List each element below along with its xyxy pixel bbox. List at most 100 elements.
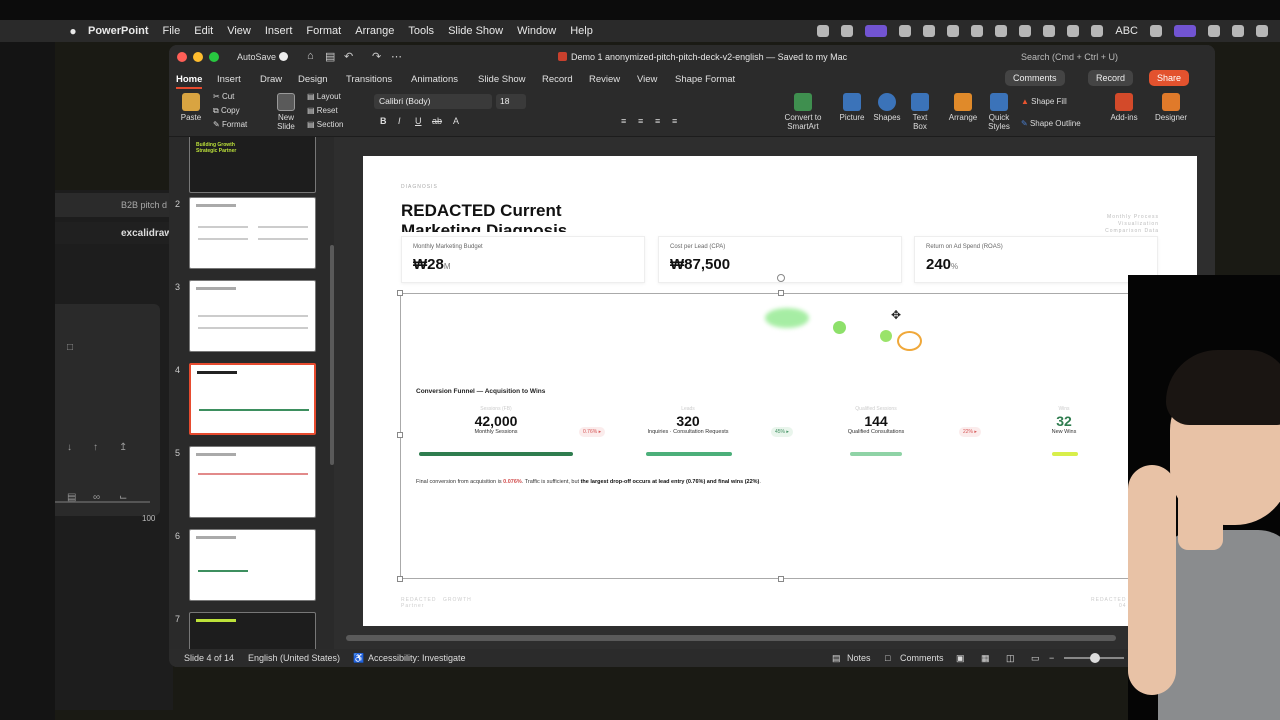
- funnel-stage-sessions[interactable]: Sessions (FB) 42,000 Monthly Sessions: [426, 406, 566, 435]
- tab-slide-show[interactable]: Slide Show: [478, 74, 526, 85]
- play-icon[interactable]: [1067, 25, 1080, 37]
- quick-styles-button[interactable]: Quick Styles: [983, 93, 1015, 131]
- autosave-toggle[interactable]: [279, 52, 288, 61]
- layout-button[interactable]: ▤ Layout: [307, 92, 341, 101]
- arrange-button[interactable]: Arrange: [947, 93, 979, 122]
- arrow-down-icon[interactable]: ↓: [67, 442, 72, 453]
- accessibility-icon[interactable]: ♿: [353, 653, 364, 664]
- headphones-icon[interactable]: [1091, 25, 1104, 37]
- tab-draw[interactable]: Draw: [260, 74, 282, 85]
- presenter-view-icon[interactable]: ▭: [1031, 653, 1040, 664]
- slide-sorter-icon[interactable]: ▦: [981, 653, 990, 664]
- font-size-select[interactable]: 18: [496, 94, 526, 109]
- input-source-label[interactable]: ABC: [1115, 25, 1138, 37]
- align-center-icon[interactable]: ≡: [638, 116, 643, 126]
- font-family-select[interactable]: Calibri (Body): [374, 94, 492, 109]
- crop-icon[interactable]: ⌙: [119, 492, 127, 503]
- gear-icon[interactable]: [899, 25, 912, 37]
- kpi-card-budget[interactable]: Monthly Marketing Budget ₩28M: [401, 236, 645, 283]
- minimize-button[interactable]: [193, 52, 203, 62]
- menu-file[interactable]: File: [163, 25, 181, 37]
- canvas-horizontal-scrollbar[interactable]: [346, 635, 1116, 641]
- funnel-title[interactable]: Conversion Funnel — Acquisition to Wins: [416, 388, 545, 395]
- zoom-button[interactable]: [209, 52, 219, 62]
- shape-fill-button[interactable]: ▲ Shape Fill: [1021, 97, 1067, 106]
- chrome-icon[interactable]: [923, 25, 936, 37]
- section-button[interactable]: ▤ Section: [307, 120, 343, 129]
- resize-handle-w[interactable]: [397, 432, 403, 438]
- paste-button[interactable]: Paste: [175, 93, 207, 122]
- slide-thumbnail-6[interactable]: [189, 529, 316, 601]
- slide-thumbnail-2[interactable]: [189, 197, 316, 269]
- menu-insert[interactable]: Insert: [265, 25, 293, 37]
- zoom-out-icon[interactable]: −: [1049, 653, 1054, 663]
- resize-handle-sw[interactable]: [397, 576, 403, 582]
- notes-button[interactable]: Notes: [847, 653, 871, 663]
- arrow-up-icon[interactable]: ↑: [93, 442, 98, 453]
- resize-handle-nw[interactable]: [397, 290, 403, 296]
- menu-format[interactable]: Format: [306, 25, 341, 37]
- save-icon[interactable]: ▤: [325, 50, 335, 63]
- notes-icon[interactable]: ▤: [832, 653, 841, 664]
- zoom-slider-knob[interactable]: [1090, 653, 1100, 663]
- apple-icon[interactable]: ●: [58, 24, 88, 38]
- slide-thumbnail-3[interactable]: [189, 280, 316, 352]
- normal-view-icon[interactable]: ▣: [956, 653, 965, 664]
- eye-icon[interactable]: [1019, 25, 1032, 37]
- more-icon[interactable]: ⋯: [391, 50, 402, 63]
- format-painter-button[interactable]: ✎ Format: [213, 120, 247, 129]
- selected-group-frame[interactable]: [400, 293, 1140, 579]
- tab-animations[interactable]: Animations: [411, 74, 458, 85]
- tab-review[interactable]: Review: [589, 74, 620, 85]
- strikethrough-button[interactable]: ab: [432, 116, 442, 126]
- browser-tab[interactable]: B2B pitch d: [55, 193, 173, 217]
- bring-front-icon[interactable]: ↥: [119, 442, 127, 453]
- designer-button[interactable]: Designer: [1153, 93, 1189, 122]
- add-ins-button[interactable]: Add-ins: [1107, 93, 1141, 122]
- document-title[interactable]: Demo 1 anonymized-pitch-pitch-deck-v2-en…: [571, 52, 847, 62]
- menu-window[interactable]: Window: [517, 25, 556, 37]
- slide-title-line1[interactable]: REDACTED Current: [401, 200, 562, 222]
- resize-handle-s[interactable]: [778, 576, 784, 582]
- menu-edit[interactable]: Edit: [194, 25, 213, 37]
- copy-button[interactable]: ⧉ Copy: [213, 106, 240, 116]
- menu-help[interactable]: Help: [570, 25, 593, 37]
- redo-icon[interactable]: ↷: [372, 50, 381, 63]
- italic-button[interactable]: I: [398, 116, 401, 126]
- shield-icon[interactable]: [1043, 25, 1056, 37]
- font-color-icon[interactable]: A: [453, 116, 459, 126]
- funnel-stage-wins[interactable]: Wins 32 New Wins: [994, 406, 1134, 435]
- tab-shape-format[interactable]: Shape Format: [675, 74, 735, 85]
- text-box-button[interactable]: Text Box: [907, 93, 933, 131]
- reset-button[interactable]: ▤ Reset: [307, 106, 338, 115]
- tab-design[interactable]: Design: [298, 74, 328, 85]
- menu-app-name[interactable]: PowerPoint: [88, 25, 149, 37]
- stage-manager-icon[interactable]: [1174, 25, 1196, 37]
- search-icon[interactable]: [1232, 25, 1244, 37]
- cut-button[interactable]: ✂ Cut: [213, 92, 234, 101]
- kpi-card-roas[interactable]: Return on Ad Spend (ROAS) 240%: [914, 236, 1158, 283]
- menu-arrange[interactable]: Arrange: [355, 25, 394, 37]
- accessibility-status[interactable]: Accessibility: Investigate: [368, 653, 466, 663]
- search-field[interactable]: Search (Cmd + Ctrl + U): [1021, 52, 1118, 62]
- comments-icon[interactable]: □: [885, 653, 890, 663]
- tab-view[interactable]: View: [637, 74, 657, 85]
- funnel-summary-note[interactable]: Final conversion from acquisition is 0.0…: [416, 479, 761, 485]
- convert-smartart-button[interactable]: Convert to SmartArt: [781, 93, 825, 131]
- shapes-button[interactable]: Shapes: [872, 93, 902, 122]
- slide-thumbnail-1[interactable]: Building Growth Strategic Partner: [189, 137, 316, 193]
- reading-view-icon[interactable]: ◫: [1006, 653, 1015, 664]
- tab-home[interactable]: Home: [176, 74, 202, 85]
- funnel-stage-leads[interactable]: Leads 320 Inquiries · Consultation Reque…: [618, 406, 758, 435]
- pen-icon[interactable]: [817, 25, 830, 37]
- align-right-icon[interactable]: ≡: [655, 116, 660, 126]
- slide-title-line2[interactable]: Marketing Diagnosis: [401, 220, 567, 232]
- screen-share-icon[interactable]: [865, 25, 888, 37]
- align-left-icon[interactable]: ≡: [621, 116, 626, 126]
- funnel-stage-qualified[interactable]: Qualified Sessions 144 Qualified Consult…: [806, 406, 946, 435]
- menu-view[interactable]: View: [227, 25, 251, 37]
- close-button[interactable]: [177, 52, 187, 62]
- siri-icon[interactable]: [1150, 25, 1162, 37]
- trash-icon[interactable]: ▤: [67, 492, 76, 503]
- link-icon[interactable]: ∞: [93, 492, 100, 503]
